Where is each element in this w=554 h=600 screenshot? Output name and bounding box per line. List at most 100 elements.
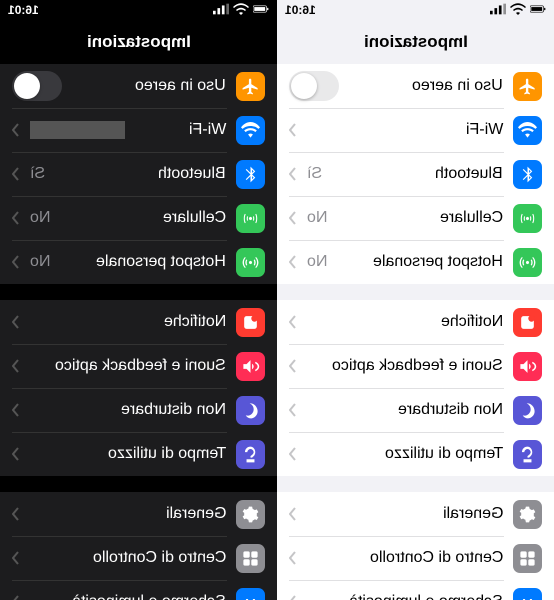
- signal-icon: [490, 3, 506, 18]
- control-center-icon: [236, 544, 265, 573]
- row-notifications[interactable]: Notifiche: [0, 300, 277, 344]
- general-icon: [236, 500, 265, 529]
- chevron-icon: [289, 403, 297, 417]
- row-sounds[interactable]: Suoni e feedback aptico: [277, 344, 554, 388]
- status-time: 16:01: [285, 3, 316, 17]
- chevron-icon: [289, 315, 297, 329]
- general-icon: [513, 500, 542, 529]
- dnd-label: Non disturbare: [307, 401, 503, 419]
- cellular-icon: [513, 204, 542, 233]
- chevron-icon: [12, 255, 20, 269]
- row-hotspot[interactable]: Hotspot personale No: [0, 240, 277, 284]
- row-wifi[interactable]: Wi-Fi: [277, 108, 554, 152]
- cellular-value: No: [30, 209, 50, 227]
- chevron-icon: [289, 595, 297, 600]
- display-icon: AA: [236, 588, 265, 600]
- wifi-status-icon: [510, 3, 526, 18]
- chevron-icon: [12, 595, 20, 600]
- screentime-label: Tempo di utilizzo: [30, 445, 226, 463]
- bluetooth-value: Sì: [30, 165, 45, 183]
- control-center-icon: [513, 544, 542, 573]
- sounds-label: Suoni e feedback aptico: [30, 357, 226, 375]
- sounds-icon: [236, 352, 265, 381]
- chevron-icon: [12, 315, 20, 329]
- settings-group-alerts: Notifiche Suoni e feedback aptico Non di…: [0, 300, 277, 476]
- wifi-icon: [236, 116, 265, 145]
- chevron-icon: [12, 551, 20, 565]
- notifications-icon: [236, 308, 265, 337]
- settings-group-device: Generali Centro di Controllo AA Schermo …: [277, 492, 554, 600]
- row-sounds[interactable]: Suoni e feedback aptico: [0, 344, 277, 388]
- row-wifi[interactable]: Wi-Fi: [0, 108, 277, 152]
- airplane-label: Uso in aereo: [349, 77, 503, 95]
- dnd-icon: [513, 396, 542, 425]
- row-dnd[interactable]: Non disturbare: [0, 388, 277, 432]
- chevron-icon: [289, 123, 297, 137]
- screentime-label: Tempo di utilizzo: [307, 445, 503, 463]
- row-screentime[interactable]: Tempo di utilizzo: [277, 432, 554, 476]
- row-cellular[interactable]: Cellulare No: [277, 196, 554, 240]
- bluetooth-icon: [513, 160, 542, 189]
- wifi-icon: [513, 116, 542, 145]
- chevron-icon: [289, 211, 297, 225]
- notifications-label: Notifiche: [30, 313, 226, 331]
- wifi-label: Wi-Fi: [135, 121, 226, 139]
- row-display[interactable]: AA Schermo e luminosità: [277, 580, 554, 600]
- hotspot-label: Hotspot personale: [60, 253, 226, 271]
- battery-icon: [530, 3, 546, 18]
- screentime-icon: [236, 440, 265, 469]
- status-time: 16:01: [8, 3, 39, 17]
- chevron-icon: [289, 447, 297, 461]
- display-icon: AA: [513, 588, 542, 600]
- battery-icon: [253, 3, 269, 18]
- airplane-toggle[interactable]: [12, 71, 62, 101]
- row-bluetooth[interactable]: Bluetooth Sì: [277, 152, 554, 196]
- row-general[interactable]: Generali: [0, 492, 277, 536]
- bluetooth-label: Bluetooth: [55, 165, 226, 183]
- row-bluetooth[interactable]: Bluetooth Sì: [0, 152, 277, 196]
- row-airplane-mode[interactable]: Uso in aereo: [0, 64, 277, 108]
- chevron-icon: [12, 403, 20, 417]
- row-dnd[interactable]: Non disturbare: [277, 388, 554, 432]
- row-control-center[interactable]: Centro di Controllo: [0, 536, 277, 580]
- row-notifications[interactable]: Notifiche: [277, 300, 554, 344]
- row-cellular[interactable]: Cellulare No: [0, 196, 277, 240]
- bluetooth-label: Bluetooth: [332, 165, 503, 183]
- dnd-icon: [236, 396, 265, 425]
- chevron-icon: [12, 211, 20, 225]
- hotspot-icon: [513, 248, 542, 277]
- settings-group-device: Generali Centro di Controllo AA Schermo …: [0, 492, 277, 600]
- notifications-label: Notifiche: [307, 313, 503, 331]
- wifi-label: Wi-Fi: [307, 121, 503, 139]
- hotspot-label: Hotspot personale: [337, 253, 503, 271]
- chevron-icon: [12, 167, 20, 181]
- settings-list[interactable]: Uso in aereo Wi-Fi Bluetooth Sì: [277, 64, 554, 600]
- row-screentime[interactable]: Tempo di utilizzo: [0, 432, 277, 476]
- screentime-icon: [513, 440, 542, 469]
- row-display[interactable]: AA Schermo e luminosità: [0, 580, 277, 600]
- chevron-icon: [289, 507, 297, 521]
- settings-group-connectivity: Uso in aereo Wi-Fi Bluetooth Sì: [0, 64, 277, 284]
- display-label: Schermo e luminosità: [30, 593, 226, 600]
- airplane-toggle[interactable]: [289, 71, 339, 101]
- cellular-label: Cellulare: [337, 209, 503, 227]
- airplane-label: Uso in aereo: [72, 77, 226, 95]
- chevron-icon: [12, 123, 20, 137]
- chevron-icon: [12, 507, 20, 521]
- chevron-icon: [289, 255, 297, 269]
- status-bar: 16:01: [0, 0, 277, 20]
- row-general[interactable]: Generali: [277, 492, 554, 536]
- hotspot-value: No: [30, 253, 50, 271]
- row-hotspot[interactable]: Hotspot personale No: [277, 240, 554, 284]
- settings-group-connectivity: Uso in aereo Wi-Fi Bluetooth Sì: [277, 64, 554, 284]
- hotspot-value: No: [307, 253, 327, 271]
- row-airplane-mode[interactable]: Uso in aereo: [277, 64, 554, 108]
- display-label: Schermo e luminosità: [307, 593, 503, 600]
- settings-list[interactable]: Uso in aereo Wi-Fi Bluetooth Sì: [0, 64, 277, 600]
- airplane-icon: [513, 72, 542, 101]
- row-control-center[interactable]: Centro di Controllo: [277, 536, 554, 580]
- cellular-label: Cellulare: [60, 209, 226, 227]
- hotspot-icon: [236, 248, 265, 277]
- control-center-label: Centro di Controllo: [307, 549, 503, 567]
- settings-group-alerts: Notifiche Suoni e feedback aptico Non di…: [277, 300, 554, 476]
